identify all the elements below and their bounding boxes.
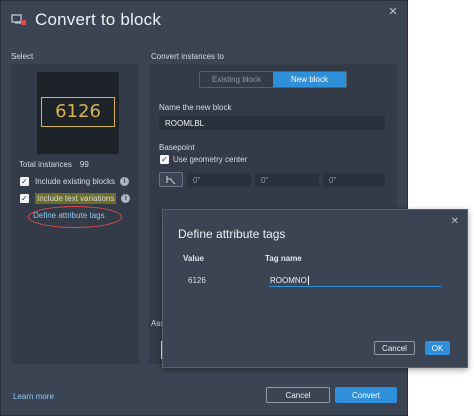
tab-existing-block[interactable]: Existing block	[200, 72, 273, 87]
attr-dialog-title: Define attribute tags	[178, 227, 286, 241]
use-geometry-checkbox[interactable]: ✓	[160, 155, 169, 164]
convert-section-label: Convert instances to	[151, 52, 224, 61]
convert-button[interactable]: Convert	[335, 387, 397, 403]
tag-name-value: ROOMNO	[270, 275, 307, 285]
annotation-ellipse	[28, 206, 122, 228]
basepoint-z-input[interactable]: 0"	[323, 173, 385, 187]
preview-frame: 6126	[41, 97, 115, 127]
tag-name-input[interactable]: ROOMNO	[269, 274, 441, 287]
value-column-header: Value	[183, 254, 204, 263]
include-existing-checkbox[interactable]: ✓	[20, 177, 29, 186]
use-geometry-row[interactable]: ✓ Use geometry center	[160, 155, 247, 164]
use-geometry-label: Use geometry center	[173, 155, 248, 164]
select-section-label: Select	[11, 52, 34, 61]
tab-new-block[interactable]: New block	[273, 72, 346, 87]
attr-ok-button[interactable]: OK	[425, 341, 450, 355]
attr-cancel-button[interactable]: Cancel	[374, 341, 415, 355]
total-instances-count: 99	[79, 160, 89, 169]
attr-value: 6126	[188, 276, 206, 285]
basepoint-x-input[interactable]: 0"	[187, 173, 251, 187]
block-preview: 6126	[37, 72, 119, 154]
include-text-checkbox[interactable]: ✓	[20, 194, 29, 203]
define-attribute-tags-dialog: Define attribute tags ✕ Value Tag name 6…	[162, 209, 468, 368]
close-icon[interactable]: ✕	[387, 6, 399, 18]
tag-column-header: Tag name	[265, 254, 302, 263]
info-icon[interactable]: i	[120, 177, 130, 186]
titlebar: Convert to block ✕	[1, 1, 407, 39]
include-existing-row[interactable]: ✓ Include existing blocks i	[20, 177, 130, 186]
cancel-button[interactable]: Cancel	[266, 387, 330, 403]
include-text-row[interactable]: ✓ Include text variations i	[20, 193, 131, 204]
basepoint-label: Basepoint	[159, 143, 195, 152]
total-instances-row: Total instances 99	[19, 160, 89, 169]
close-icon[interactable]: ✕	[451, 216, 459, 227]
learn-more-link[interactable]: Learn more	[13, 392, 54, 401]
pick-point-icon	[166, 175, 176, 184]
block-name-input[interactable]: ROOMLBL	[159, 116, 385, 130]
convert-block-icon	[11, 14, 26, 25]
info-icon[interactable]: i	[121, 194, 131, 203]
name-label: Name the new block	[159, 103, 232, 112]
dialog-title: Convert to block	[35, 10, 162, 29]
basepoint-y-input[interactable]: 0"	[255, 173, 319, 187]
total-instances-label: Total instances	[19, 160, 72, 169]
text-cursor	[307, 275, 309, 285]
include-existing-label: Include existing blocks	[35, 177, 116, 186]
preview-text: 6126	[55, 101, 101, 122]
include-text-label: Include text variations	[35, 193, 117, 204]
pick-point-button[interactable]	[159, 172, 183, 187]
convert-target-toggle: Existing block New block	[199, 71, 347, 88]
